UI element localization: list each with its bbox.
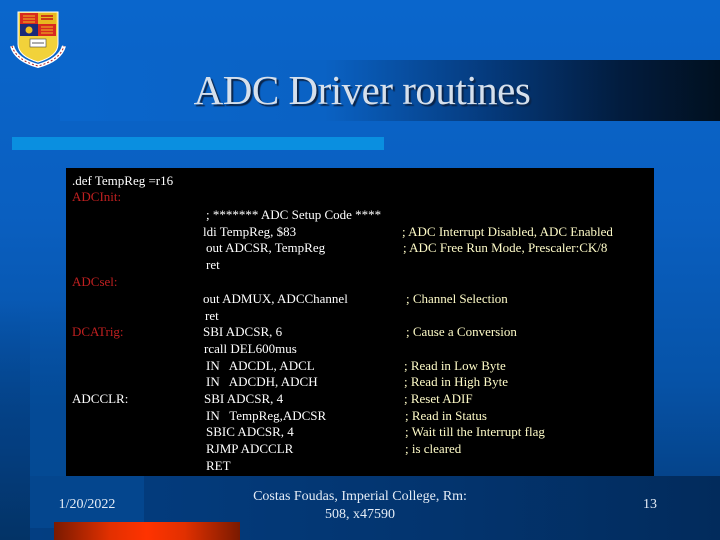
code-instruction: ret bbox=[206, 257, 220, 272]
code-comment: ; Read in Low Byte bbox=[404, 358, 506, 373]
code-comment: ; Channel Selection bbox=[406, 291, 508, 306]
code-instruction: RJMP ADCCLR bbox=[206, 441, 294, 456]
code-instruction: out ADMUX, ADCChannel bbox=[203, 291, 348, 306]
code-instruction: out ADCSR, TempReg bbox=[206, 240, 326, 255]
code-label: ADCCLR: bbox=[72, 391, 129, 406]
code-label: ADCInit: bbox=[72, 189, 122, 204]
accent-bar bbox=[12, 137, 384, 150]
code-instruction: ; ******* ADC Setup Code **** bbox=[206, 207, 382, 222]
code-instruction: RET bbox=[206, 458, 231, 473]
background-shade-left bbox=[0, 300, 30, 540]
code-instruction: IN ADCDH, ADCH bbox=[206, 374, 318, 389]
code-label: ADCsel: bbox=[72, 274, 118, 289]
code-instruction: rcall DEL600mus bbox=[204, 341, 297, 356]
code-instruction: SBI ADCSR, 4 bbox=[204, 391, 284, 406]
footer-author-line2: 508, x47590 bbox=[325, 507, 395, 522]
footer-author: Costas Foudas, Imperial College, Rm: 508… bbox=[230, 488, 490, 524]
code-instruction: SBIC ADCSR, 4 bbox=[206, 424, 294, 439]
code-comment: ; ADC Free Run Mode, Prescaler:CK/8 bbox=[403, 240, 608, 255]
code-comment: ; Cause a Conversion bbox=[406, 324, 517, 339]
code-comment: ; Read in High Byte bbox=[404, 374, 508, 389]
code-instruction: ret bbox=[205, 308, 219, 323]
footer-date: 1/20/2022 bbox=[58, 497, 116, 512]
footer-red-bar bbox=[54, 522, 240, 540]
code-comment: ; ADC Interrupt Disabled, ADC Enabled bbox=[402, 224, 613, 239]
code-comment: ; Reset ADIF bbox=[404, 391, 473, 406]
code-label: DCATrig: bbox=[72, 324, 124, 339]
code-comment: ; Wait till the Interrupt flag bbox=[405, 424, 545, 439]
page-number: 13 bbox=[643, 497, 657, 512]
code-instruction: IN ADCDL, ADCL bbox=[206, 358, 315, 373]
code-label: .def TempReg =r16 bbox=[72, 173, 174, 188]
code-instruction: IN TempReg,ADCSR bbox=[206, 408, 327, 423]
code-instruction: ldi TempReg, $83 bbox=[203, 224, 297, 239]
code-comment: ; Read in Status bbox=[405, 408, 487, 423]
code-comment: ; is cleared bbox=[405, 441, 462, 456]
slide-title-text: ADC Driver routines bbox=[193, 67, 531, 113]
footer-author-line1: Costas Foudas, Imperial College, Rm: bbox=[253, 489, 467, 504]
slide-title: ADC Driver routines bbox=[0, 60, 720, 121]
code-instruction: SBI ADCSR, 6 bbox=[203, 324, 283, 339]
code-listing: .def TempReg =r16 ADCInit: ; ******* ADC… bbox=[66, 168, 654, 476]
